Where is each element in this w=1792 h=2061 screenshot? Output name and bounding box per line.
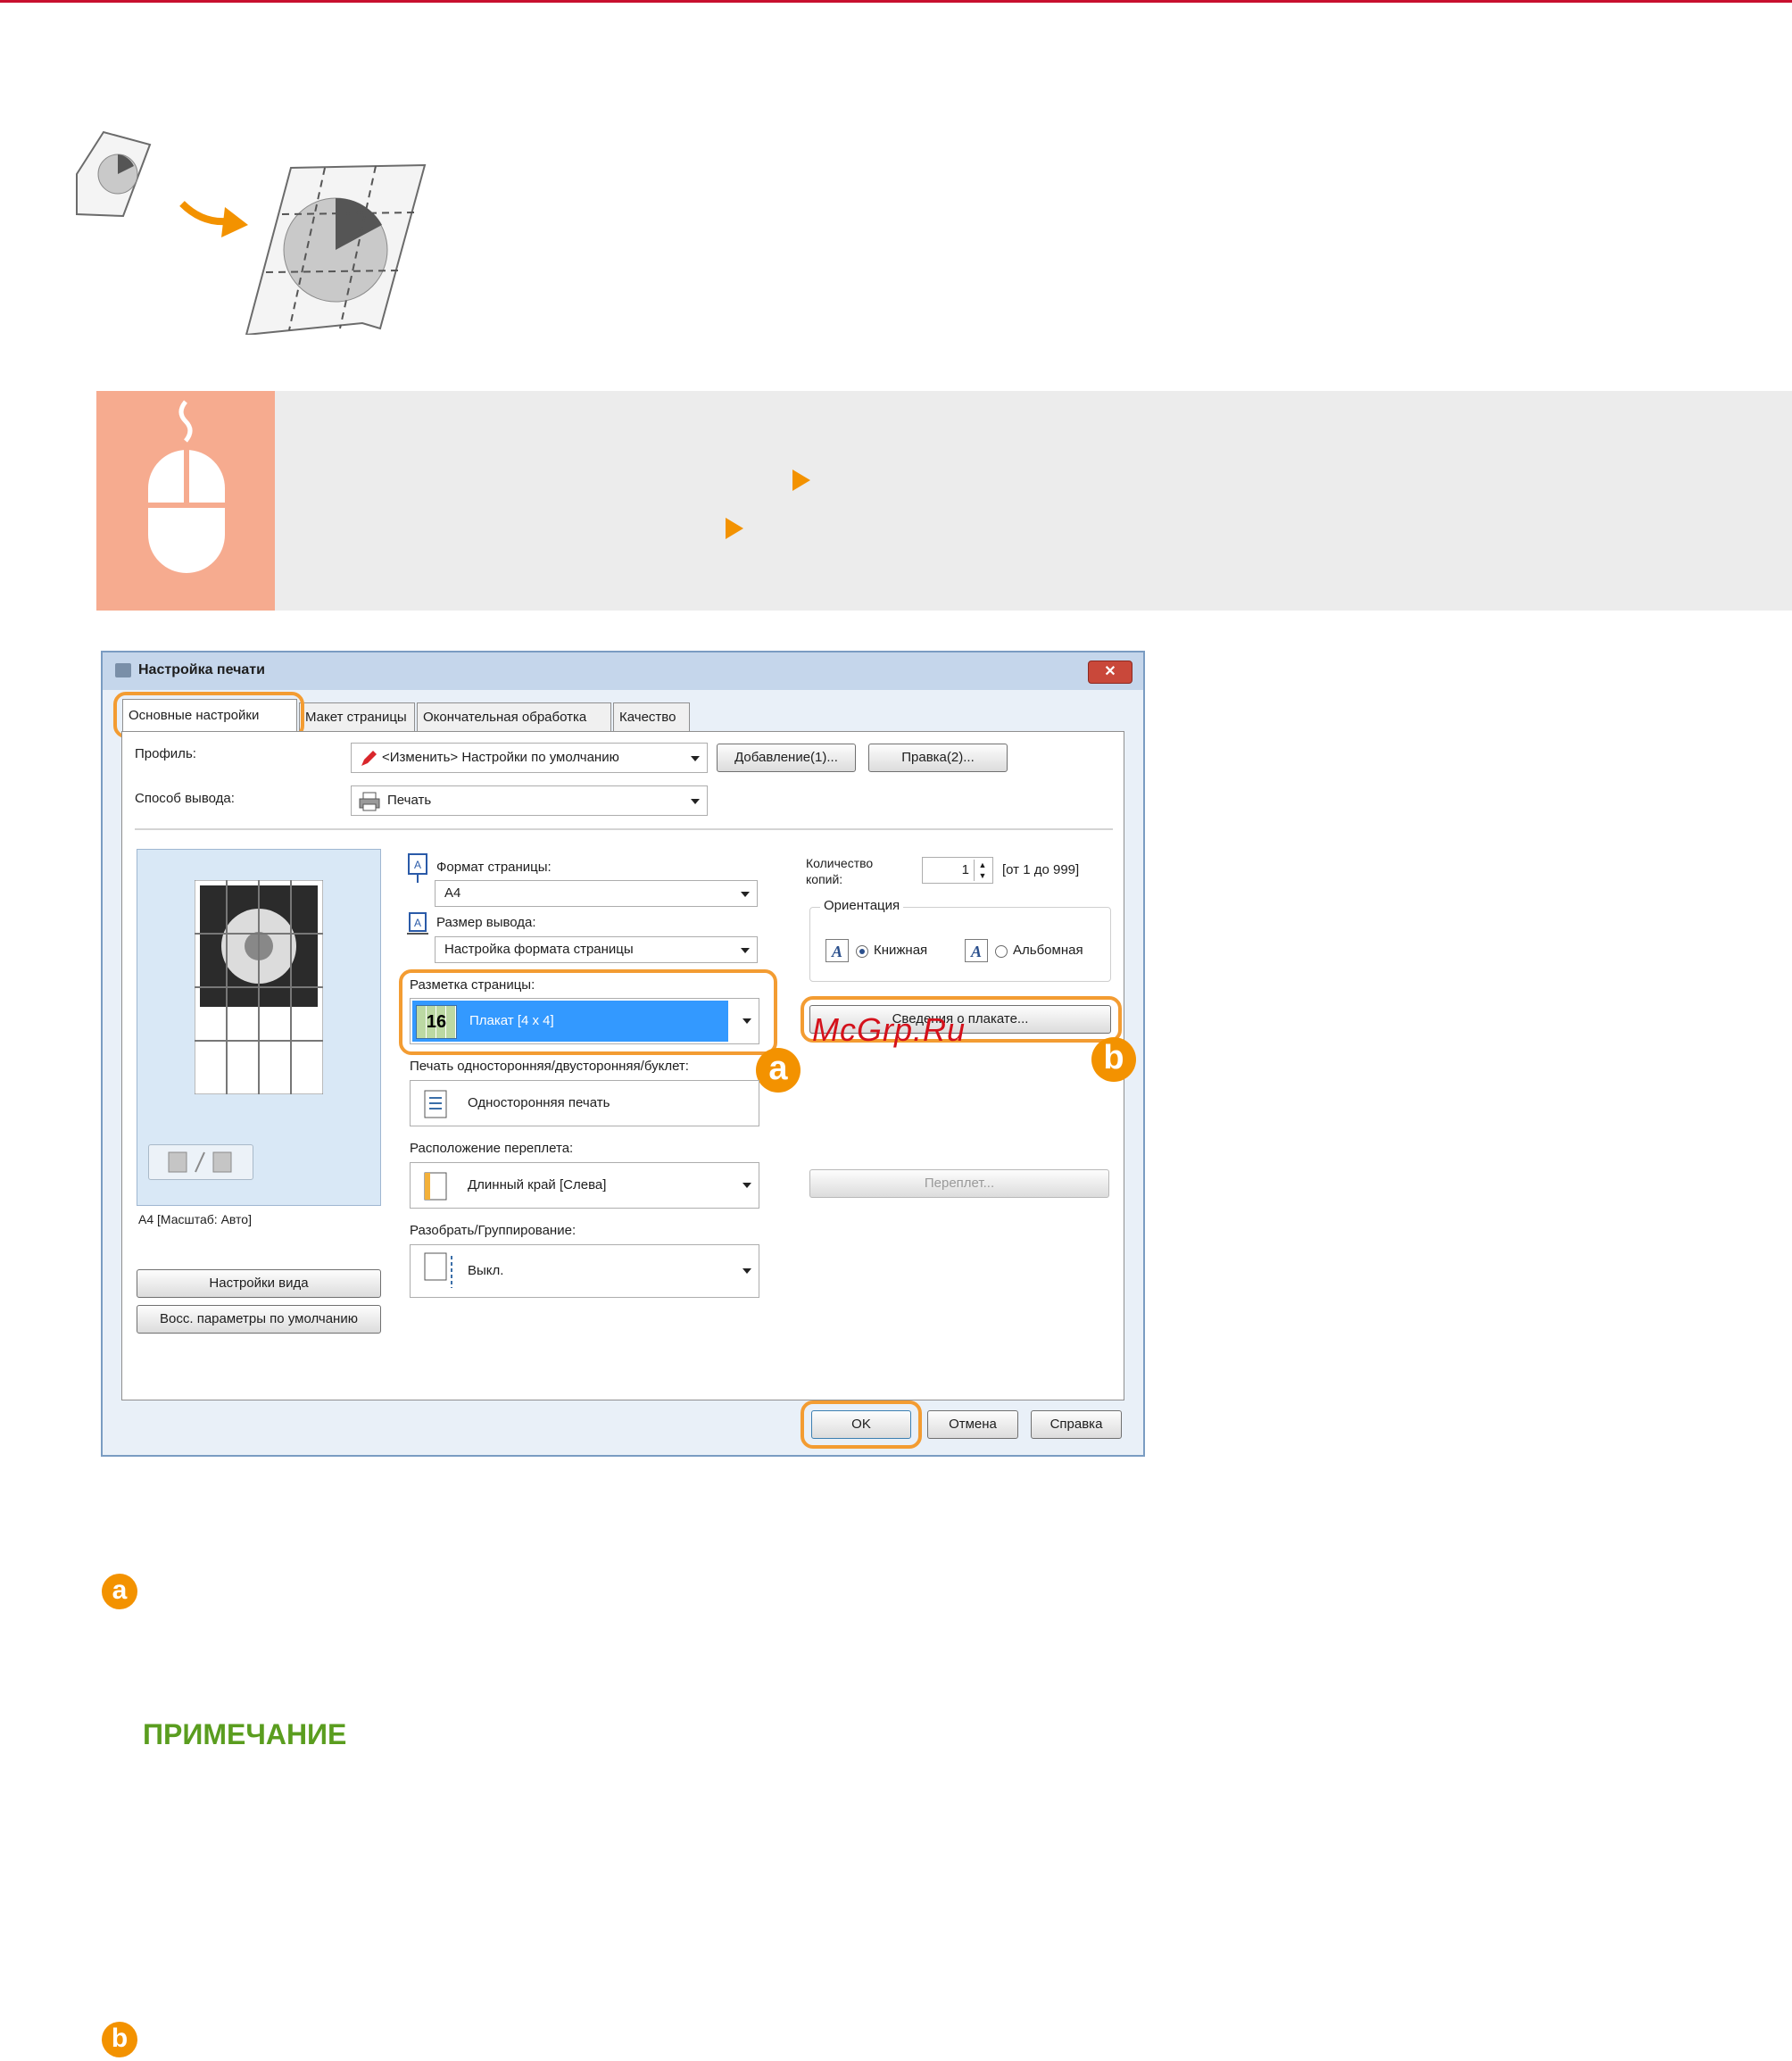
print-style-select[interactable]: Односторонняя печать <box>410 1080 759 1126</box>
page-size-value: A4 <box>444 885 461 901</box>
add-profile-button[interactable]: Добавление(1)... <box>717 744 856 772</box>
callout-a-marker: a <box>102 1574 137 1609</box>
landscape-radio[interactable] <box>995 945 1008 958</box>
dialog-titlebar: Настройка печати ✕ <box>103 652 1143 690</box>
collate-value: Выкл. <box>468 1263 504 1278</box>
arrow-right-icon <box>792 470 810 491</box>
output-method-value: Печать <box>387 793 432 808</box>
profile-value: <Изменить> Настройки по умолчанию <box>382 750 619 765</box>
print-settings-dialog: Настройка печати ✕ Основные настройки Ма… <box>101 651 1145 1457</box>
profile-select[interactable]: <Изменить> Настройки по умолчанию <box>351 743 708 773</box>
portrait-radio[interactable] <box>856 945 868 958</box>
orientation-label: Ориентация <box>820 898 904 913</box>
copies-range: [от 1 до 999] <box>1002 862 1080 877</box>
output-size-label: Размер вывода: <box>436 915 536 930</box>
chevron-down-icon <box>741 948 750 953</box>
binding-location-label: Расположение переплета: <box>410 1141 574 1156</box>
output-method-label: Способ вывода: <box>135 791 235 806</box>
poster-document-icon <box>245 163 427 335</box>
binding-location-value: Длинный край [Слева] <box>468 1177 607 1193</box>
page-size-label: Формат страницы: <box>436 860 552 875</box>
view-settings-button[interactable]: Настройки вида <box>137 1269 381 1298</box>
mouse-icon <box>148 400 225 573</box>
pencil-icon <box>361 751 377 766</box>
tab-finishing[interactable]: Окончательная обработка <box>417 702 611 731</box>
tab-quality[interactable]: Качество <box>613 702 690 731</box>
close-button[interactable]: ✕ <box>1088 661 1132 684</box>
binding-location-select[interactable]: Длинный край [Слева] <box>410 1162 759 1209</box>
landscape-label: Альбомная <box>1013 943 1083 958</box>
note-heading: ПРИМЕЧАНИЕ <box>143 1718 347 1750</box>
page-size-select[interactable]: A4 <box>435 880 758 907</box>
chevron-down-icon <box>691 799 700 804</box>
poster-print-illustration <box>76 130 427 335</box>
help-button[interactable]: Справка <box>1031 1410 1122 1439</box>
chevron-down-icon <box>743 1268 751 1274</box>
collate-select[interactable]: Выкл. <box>410 1244 759 1298</box>
landscape-icon: A <box>965 939 988 962</box>
copies-input[interactable]: 1 ▲ ▼ <box>922 857 993 884</box>
callout-a-badge: a <box>756 1048 801 1093</box>
portrait-icon: A <box>825 939 849 962</box>
page-layout-highlight <box>399 969 777 1055</box>
spinner-icon: ▲ ▼ <box>974 860 991 881</box>
watermark: McGrp.Ru <box>812 1011 967 1048</box>
layout-preview <box>137 849 381 1206</box>
output-size-select[interactable]: Настройка формата страницы <box>435 936 758 963</box>
collate-icon <box>424 1252 452 1288</box>
ok-button-highlight <box>801 1400 922 1449</box>
top-rule <box>0 0 1792 3</box>
portrait-label: Книжная <box>874 943 928 958</box>
output-size-value: Настройка формата страницы <box>444 942 634 957</box>
tab-page-setup[interactable]: Макет страницы <box>299 702 415 731</box>
copies-value: 1 <box>961 862 969 877</box>
print-style-value: Односторонняя печать <box>468 1095 610 1110</box>
edit-profile-button[interactable]: Правка(2)... <box>868 744 1008 772</box>
binding-edge-icon <box>424 1172 447 1201</box>
settings-panel: Профиль: <Изменить> Настройки по умолчан… <box>121 731 1136 1400</box>
printer-icon <box>359 792 380 811</box>
preview-toggle-button[interactable] <box>148 1144 253 1180</box>
svg-text:A: A <box>414 859 421 871</box>
page-toggle-icon <box>168 1151 232 1173</box>
chevron-down-icon <box>743 1183 751 1188</box>
collate-label: Разобрать/Группирование: <box>410 1223 577 1238</box>
output-method-select[interactable]: Печать <box>351 785 708 816</box>
printer-icon <box>115 663 131 677</box>
operation-banner <box>96 391 1792 611</box>
single-sided-icon <box>424 1090 447 1118</box>
output-size-icon: A <box>407 912 428 935</box>
poster-preview-image <box>195 880 323 1094</box>
callout-b-badge: b <box>1091 1037 1136 1082</box>
chevron-down-icon <box>691 756 700 761</box>
cancel-button[interactable]: Отмена <box>927 1410 1018 1439</box>
mouse-operation-box <box>96 391 275 611</box>
preview-caption: A4 [Масштаб: Авто] <box>138 1212 252 1226</box>
profile-label: Профиль: <box>135 746 196 761</box>
chevron-down-icon <box>741 892 750 897</box>
arrow-right-icon <box>726 518 743 539</box>
small-document-icon <box>76 130 152 218</box>
page-size-icon: A <box>408 853 427 883</box>
print-style-label: Печать односторонняя/двусторонняя/буклет… <box>410 1059 689 1074</box>
dialog-title: Настройка печати <box>138 662 265 677</box>
svg-text:A: A <box>414 917 421 929</box>
section-divider <box>135 828 1113 830</box>
restore-defaults-button[interactable]: Восс. параметры по умолчанию <box>137 1305 381 1334</box>
arrow-right-icon <box>179 201 248 237</box>
binding-button[interactable]: Переплет... <box>809 1169 1109 1198</box>
copies-label: Количество копий: <box>806 856 874 886</box>
callout-b-marker: b <box>102 2022 137 2057</box>
